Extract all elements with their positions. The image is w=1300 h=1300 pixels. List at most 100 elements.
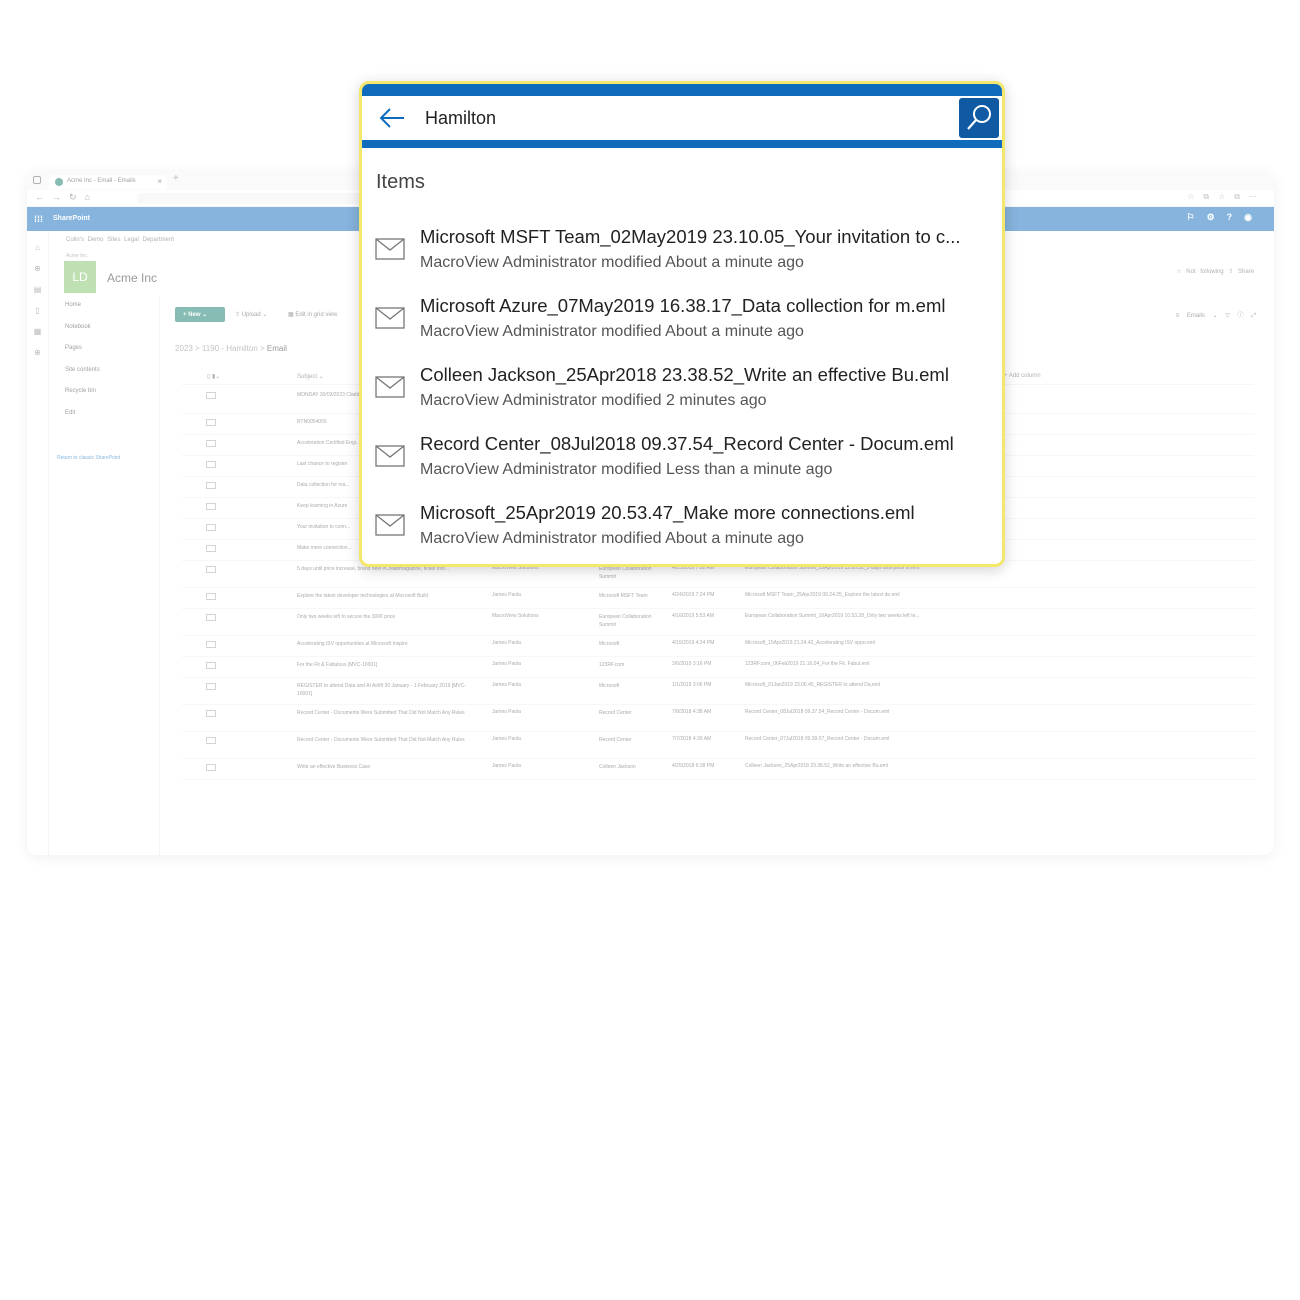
table-row[interactable]: Only two weeks left to secure the 300€ p… <box>182 609 1254 636</box>
date-cell: 7/8/2018 4:38 AM <box>672 709 712 715</box>
subject-cell[interactable]: REGISTER to attend Data and AI Airlift 3… <box>297 682 479 698</box>
site-logo[interactable]: LD <box>64 261 96 293</box>
date-cell: 4/25/2018 6:38 PM <box>672 763 715 769</box>
result-title[interactable]: Microsoft MSFT Team_02May2019 23.10.05_Y… <box>420 226 980 248</box>
filename-cell[interactable]: Microsoft MSFT Team_25Apr2019 00.24.25_E… <box>745 592 900 598</box>
table-row[interactable]: Write an effective Business Case James Pa… <box>182 759 1254 780</box>
from-cell: James Paola <box>492 592 521 598</box>
close-tab-icon[interactable]: × <box>157 177 162 186</box>
browser-toolbar-icons[interactable]: ☆⧉☆⧉⋯ <box>1187 192 1266 202</box>
to-cell: Colleen Jackson <box>599 764 636 770</box>
search-result-item[interactable]: Record Center_08Jul2018 09.37.54_Record … <box>362 427 1002 491</box>
table-row[interactable]: Explore the latest developer technologie… <box>182 588 1254 609</box>
file-icon[interactable]: ▯ <box>27 306 48 315</box>
table-row[interactable]: REGISTER to attend Data and AI Airlift 3… <box>182 678 1254 705</box>
email-file-icon <box>206 662 216 669</box>
filename-cell[interactable]: Colleen Jackson_25Apr2018 23.38.52_Write… <box>745 763 888 769</box>
app-bar: ⌂ ⊕ ▤ ▯ ▦ ⊕ <box>27 231 49 855</box>
filename-cell[interactable]: 123RF.com_06Feb2019 21.16.04_For the Fit… <box>745 661 870 667</box>
date-cell: 1/1/2019 3:06 PM <box>672 682 712 688</box>
email-file-icon <box>206 392 216 399</box>
new-button[interactable]: + New ⌄ <box>175 307 225 322</box>
browser-tab[interactable]: Acme Inc - Email - Emails × <box>49 175 167 189</box>
date-cell: 2/6/2019 3:16 PM <box>672 661 712 667</box>
table-row[interactable]: For the Fit & Fabulous [MVC-10001] James … <box>182 657 1254 678</box>
file-type-column-icon[interactable]: ▯ ▮⌄ <box>207 373 220 380</box>
add-column-button[interactable]: + Add column <box>1004 373 1041 379</box>
window-menu-icon[interactable] <box>33 176 41 184</box>
search-result-item[interactable]: Microsoft MSFT Team_02May2019 23.10.05_Y… <box>362 220 1002 284</box>
search-input[interactable]: Hamilton <box>425 108 496 129</box>
search-result-item[interactable]: Microsoft_25Apr2019 20.53.47_Make more c… <box>362 496 1002 560</box>
add-icon[interactable]: ⊕ <box>27 348 48 357</box>
subject-cell[interactable]: Only two weeks left to secure the 300€ p… <box>297 613 479 621</box>
breadcrumb-current: Email <box>266 344 287 353</box>
globe-icon[interactable]: ⊕ <box>27 264 48 273</box>
upload-button[interactable]: ⇧ Upload ⌄ <box>235 311 267 318</box>
filename-cell[interactable]: Microsoft_01Jan2019 23.06.45_REGISTER to… <box>745 682 880 688</box>
subject-cell[interactable]: Explore the latest developer technologie… <box>297 592 479 600</box>
hub-breadcrumb[interactable]: Colin's Demo Sites Legal Department <box>66 237 174 243</box>
email-file-icon <box>206 419 216 426</box>
sidenav-item-site-contents[interactable]: Site contents <box>49 360 159 382</box>
back-arrow-icon[interactable] <box>378 106 406 130</box>
lists-icon[interactable]: ▦ <box>27 327 48 336</box>
sharepoint-favicon-icon <box>55 178 63 186</box>
table-row[interactable]: Accelerating ISV opportunities at Micros… <box>182 636 1254 657</box>
new-tab-button[interactable]: + <box>173 173 179 184</box>
app-launcher-icon[interactable]: ⁞⁞⁞ <box>34 214 43 224</box>
date-cell: 7/7/2018 4:39 AM <box>672 736 712 742</box>
to-cell: European Collaboration Summit <box>599 566 652 580</box>
filename-cell[interactable]: Microsoft_15Apr2019 21.24.42_Acceleratin… <box>745 640 875 646</box>
result-subtitle: MacroView Administrator modified About a… <box>420 254 804 271</box>
result-title[interactable]: Microsoft Azure_07May2019 16.38.17_Data … <box>420 295 980 317</box>
site-title[interactable]: Acme Inc <box>107 271 157 285</box>
filename-cell[interactable]: Record Center_07Jul2018 09.39.07_Record … <box>745 736 889 742</box>
browser-nav-icons[interactable]: ←→↻⌂ <box>35 192 98 203</box>
sidenav-item-edit[interactable]: Edit <box>49 403 159 425</box>
result-title[interactable]: Microsoft_25Apr2019 20.53.47_Make more c… <box>420 502 980 524</box>
view-options[interactable]: ≡ Emails ⌄ ▽ ⓘ ⤢ <box>1176 310 1256 320</box>
result-title[interactable]: Record Center_08Jul2018 09.37.54_Record … <box>420 433 980 455</box>
sidenav-item-notebook[interactable]: Notebook <box>49 317 159 339</box>
from-cell: James Paola <box>492 640 521 646</box>
to-cell: Record Center <box>599 737 632 743</box>
suite-bar-icons[interactable]: ⚐⚙?◉ <box>1187 212 1265 223</box>
news-icon[interactable]: ▤ <box>27 285 48 294</box>
sidenav-item-recycle-bin[interactable]: Recycle bin <box>49 381 159 403</box>
breadcrumb-path[interactable]: 2023 > 1190 - Hamilton > <box>175 344 267 353</box>
subject-cell[interactable]: For the Fit & Fabulous [MVC-10001] <box>297 661 479 669</box>
return-classic-link[interactable]: Return to classic SharePoint <box>57 455 120 461</box>
home-icon[interactable]: ⌂ <box>27 243 48 252</box>
search-result-item[interactable]: Colleen Jackson_25Apr2018 23.38.52_Write… <box>362 358 1002 422</box>
table-row[interactable]: Record Center - Documents Were Submitted… <box>182 732 1254 759</box>
result-title[interactable]: Colleen Jackson_25Apr2018 23.38.52_Write… <box>420 364 980 386</box>
edit-grid-button[interactable]: ▦ Edit in grid view <box>288 311 337 318</box>
follow-share-actions[interactable]: ☆ Not following ⇧ Share <box>1176 268 1254 275</box>
result-subtitle: MacroView Administrator modified Less th… <box>420 461 833 478</box>
subject-cell[interactable]: Accelerating ISV opportunities at Micros… <box>297 640 479 648</box>
subject-cell[interactable]: Record Center - Documents Were Submitted… <box>297 736 479 744</box>
subject-cell[interactable]: Write an effective Business Case <box>297 763 479 771</box>
mail-icon <box>375 514 405 536</box>
sidenav-item-pages[interactable]: Pages <box>49 338 159 360</box>
search-result-item[interactable]: Microsoft Azure_07May2019 16.38.17_Data … <box>362 289 1002 353</box>
email-file-icon <box>206 683 216 690</box>
subject-cell[interactable]: Record Center - Documents Were Submitted… <box>297 709 479 717</box>
email-file-icon <box>206 524 216 531</box>
email-file-icon <box>206 482 216 489</box>
from-cell: James Paola <box>492 709 521 715</box>
filename-cell[interactable]: European Collaboration Summit_16Apr2019 … <box>745 613 920 619</box>
mail-icon <box>375 238 405 260</box>
filename-cell[interactable]: Record Center_08Jul2018 09.37.54_Record … <box>745 709 889 715</box>
sharepoint-brand[interactable]: SharePoint <box>53 215 90 222</box>
table-row[interactable]: Record Center - Documents Were Submitted… <box>182 705 1254 732</box>
library-breadcrumb: 2023 > 1190 - Hamilton > Email <box>175 344 287 353</box>
mail-icon <box>375 307 405 329</box>
to-cell: Microsoft MSFT Team <box>599 593 648 599</box>
search-button[interactable] <box>959 98 999 138</box>
sidenav-item-home[interactable]: Home <box>49 295 159 317</box>
email-file-icon <box>206 641 216 648</box>
subject-column-header[interactable]: Subject ⌄ <box>297 373 324 380</box>
email-file-icon <box>206 764 216 771</box>
